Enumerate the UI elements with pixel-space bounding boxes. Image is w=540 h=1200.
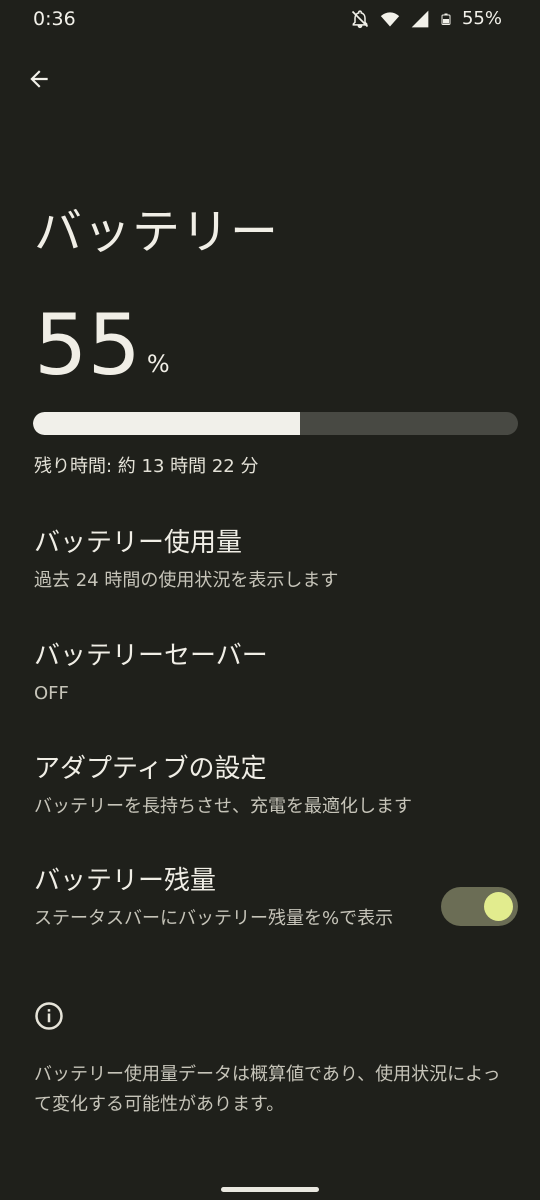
info-icon: [35, 1002, 63, 1030]
setting-battery-percentage[interactable]: バッテリー残量 ステータスバーにバッテリー残量を%で表示: [34, 860, 414, 932]
battery-percent-value: 55: [34, 296, 141, 394]
toggle-knob: [484, 892, 513, 921]
status-bar: 0:36 55%: [0, 0, 540, 40]
notifications-off-icon: [351, 9, 369, 28]
back-button[interactable]: [22, 62, 56, 96]
battery-percent-unit: %: [146, 350, 170, 378]
footer-info-text: バッテリー使用量データは概算値であり、使用状況によって変化する可能性があります。: [34, 1064, 501, 1115]
arrow-left-icon: [30, 70, 48, 88]
battery-icon: [441, 13, 451, 25]
setting-battery-saver[interactable]: バッテリーセーバー OFF: [34, 635, 268, 707]
status-battery-percent: 55%: [461, 8, 502, 29]
setting-adaptive[interactable]: アダプティブの設定 バッテリーを長持ちさせ、充電を最適化します: [34, 748, 412, 820]
battery-level-bar: [33, 412, 518, 435]
status-icons: 55%: [350, 8, 502, 29]
cell-signal-icon: [411, 10, 429, 27]
setting-title: バッテリーセーバー: [34, 641, 268, 671]
setting-subtitle: バッテリーを長持ちさせ、充電を最適化します: [34, 796, 412, 817]
setting-subtitle: ステータスバーにバッテリー残量を%で表示: [34, 908, 394, 929]
setting-title: バッテリー残量: [34, 866, 217, 896]
battery-percent-display: 55 %: [34, 300, 170, 390]
setting-battery-usage[interactable]: バッテリー使用量 過去 24 時間の使用状況を表示します: [34, 522, 338, 594]
wifi-icon: [380, 11, 400, 26]
setting-title: アダプティブの設定: [34, 754, 267, 784]
battery-percentage-toggle[interactable]: [441, 887, 518, 926]
battery-level-fill: [33, 412, 300, 435]
remaining-time: 残り時間: 約 13 時間 22 分: [34, 456, 259, 477]
navigation-handle[interactable]: [221, 1187, 319, 1192]
setting-subtitle: OFF: [34, 683, 69, 704]
setting-title: バッテリー使用量: [34, 528, 243, 558]
status-time: 0:36: [33, 8, 76, 30]
page-title: バッテリー: [34, 204, 280, 260]
setting-subtitle: 過去 24 時間の使用状況を表示します: [34, 570, 339, 591]
